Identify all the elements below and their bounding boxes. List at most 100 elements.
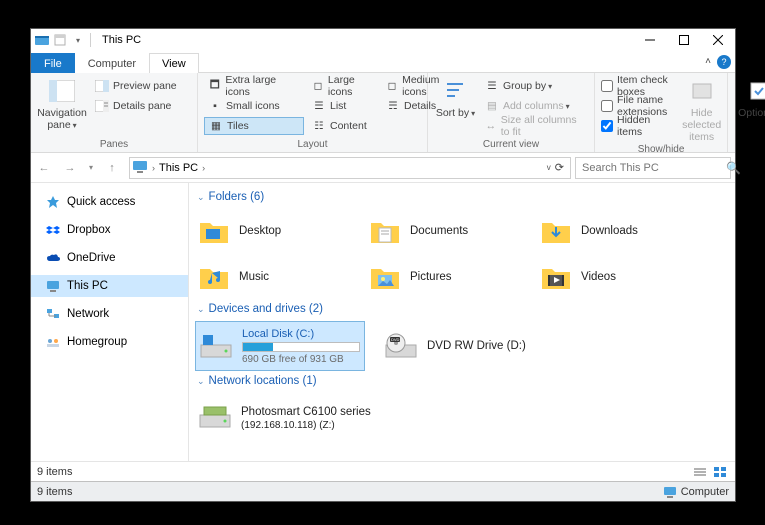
layout-small[interactable]: ▪Small icons [204, 97, 304, 115]
explorer-window: ▾ This PC File Computer View ˄ ? Navigat… [30, 28, 736, 502]
window-title: This PC [96, 34, 147, 46]
sidebar-item-network[interactable]: Network [31, 303, 188, 325]
sidebar-item-onedrive[interactable]: OneDrive [31, 247, 188, 269]
options-button[interactable]: Options [734, 75, 765, 119]
network-tile-z[interactable]: Photosmart C6100 series (192.168.10.118)… [195, 393, 395, 443]
sidebar-item-quickaccess[interactable]: Quick access [31, 191, 188, 213]
add-columns-button[interactable]: ▤Add columns [481, 97, 588, 115]
folder-tile-pictures[interactable]: Pictures [366, 255, 521, 299]
details-item-count: 9 items [37, 486, 72, 498]
drive-icon [198, 328, 234, 364]
folder-icon [368, 214, 402, 248]
network-icon [45, 306, 61, 322]
navigation-pane-label: Navigation pane [37, 107, 87, 131]
folder-tile-documents[interactable]: Documents [366, 209, 521, 253]
dvd-drive-icon: DVD [383, 328, 419, 364]
folder-icon [197, 260, 231, 294]
layout-content[interactable]: ☷Content [308, 117, 378, 135]
preview-pane-button[interactable]: Preview pane [91, 77, 191, 95]
size-columns-button[interactable]: ↔Size all columns to fit [481, 117, 588, 135]
chevron-down-icon: ⌄ [197, 304, 205, 315]
close-button[interactable] [701, 29, 735, 51]
network-drive-icon [197, 400, 233, 436]
section-drives-header[interactable]: ⌄ Devices and drives (2) [195, 299, 735, 321]
group-layout-label: Layout [204, 138, 421, 152]
address-bar: ← → ▾ ↑ › This PC › v ⟳ 🔍 [31, 153, 735, 183]
forward-button[interactable]: → [58, 156, 82, 180]
layout-extra-large[interactable]: 🗖Extra large icons [204, 77, 304, 95]
address-dropdown[interactable]: v [547, 163, 551, 172]
details-bar: 9 items Computer [31, 481, 735, 501]
search-box[interactable]: 🔍 [575, 157, 731, 179]
cloud-icon [45, 250, 61, 266]
maximize-button[interactable] [667, 29, 701, 51]
layout-tiles[interactable]: ▦Tiles [204, 117, 304, 135]
view-details-button[interactable] [691, 465, 709, 479]
chevron-down-icon: ⌄ [197, 376, 205, 387]
drive-tile-dvd[interactable]: DVD DVD RW Drive (D:) [381, 321, 551, 371]
details-pane-button[interactable]: Details pane [91, 97, 191, 115]
folder-icon [197, 214, 231, 248]
drive-tile-c[interactable]: Local Disk (C:) 690 GB free of 931 GB [195, 321, 365, 371]
breadcrumb[interactable]: › This PC › v ⟳ [129, 157, 571, 179]
folder-tile-videos[interactable]: Videos [537, 255, 692, 299]
details-pc-icon [663, 486, 677, 498]
chevron-down-icon: ⌄ [197, 192, 205, 203]
check-hidden-items[interactable]: Hidden items [601, 117, 678, 135]
details-computer-label: Computer [681, 486, 729, 498]
ribbon-tabs: File Computer View ˄ ? [31, 51, 735, 73]
chevron-right-icon[interactable]: › [152, 163, 155, 173]
tab-view[interactable]: View [149, 53, 199, 73]
back-button[interactable]: ← [32, 156, 56, 180]
folder-tile-downloads[interactable]: Downloads [537, 209, 692, 253]
folder-tile-desktop[interactable]: Desktop [195, 209, 350, 253]
group-panes-label: Panes [37, 138, 191, 152]
sidebar-item-dropbox[interactable]: Dropbox [31, 219, 188, 241]
star-icon [45, 194, 61, 210]
group-currentview-label: Current view [434, 138, 588, 152]
breadcrumb-location[interactable]: This PC [159, 162, 198, 174]
layout-list[interactable]: ☰List [308, 97, 378, 115]
pc-icon [132, 160, 148, 176]
sidebar-item-homegroup[interactable]: Homegroup [31, 331, 188, 353]
collapse-ribbon-icon[interactable]: ˄ [705, 56, 711, 67]
navigation-sidebar: Quick access Dropbox OneDrive This PC Ne… [31, 183, 189, 461]
status-bar: 9 items [31, 461, 735, 481]
app-icon[interactable] [33, 31, 51, 49]
svg-text:DVD: DVD [391, 337, 400, 342]
sort-by-button[interactable]: Sort by [434, 75, 477, 119]
dropbox-icon [45, 222, 61, 238]
navigation-pane-button[interactable]: Navigation pane [37, 75, 87, 131]
layout-large[interactable]: ◻Large icons [308, 77, 378, 95]
folder-tile-music[interactable]: Music [195, 255, 350, 299]
search-input[interactable] [580, 161, 726, 175]
pc-icon [45, 278, 61, 294]
qat-dropdown-icon[interactable]: ▾ [69, 31, 87, 49]
folder-icon [368, 260, 402, 294]
check-file-extensions[interactable]: File name extensions [601, 97, 678, 115]
search-icon[interactable]: 🔍 [726, 161, 741, 175]
tab-computer[interactable]: Computer [75, 53, 149, 73]
check-item-checkboxes[interactable]: Item check boxes [601, 77, 678, 95]
minimize-button[interactable] [633, 29, 667, 51]
chevron-right-icon[interactable]: › [202, 163, 205, 173]
folder-icon [539, 260, 573, 294]
homegroup-icon [45, 334, 61, 350]
ribbon: Navigation pane Preview pane Details pan… [31, 73, 735, 153]
capacity-bar [242, 342, 360, 352]
status-item-count: 9 items [37, 466, 72, 478]
section-folders-header[interactable]: ⌄ Folders (6) [195, 187, 735, 209]
help-icon[interactable]: ? [717, 55, 731, 69]
hide-selected-button[interactable]: Hide selected items [682, 75, 721, 143]
section-network-header[interactable]: ⌄ Network locations (1) [195, 371, 735, 393]
title-bar: ▾ This PC [31, 29, 735, 51]
up-button[interactable]: ↑ [100, 156, 124, 180]
tab-file[interactable]: File [31, 53, 75, 73]
qat-properties-icon[interactable] [51, 31, 69, 49]
view-tiles-button[interactable] [711, 465, 729, 479]
history-dropdown[interactable]: ▾ [84, 156, 98, 180]
sidebar-item-thispc[interactable]: This PC [31, 275, 188, 297]
group-by-button[interactable]: ☰Group by [481, 77, 588, 95]
folder-icon [539, 214, 573, 248]
refresh-button[interactable]: ⟳ [555, 161, 564, 174]
